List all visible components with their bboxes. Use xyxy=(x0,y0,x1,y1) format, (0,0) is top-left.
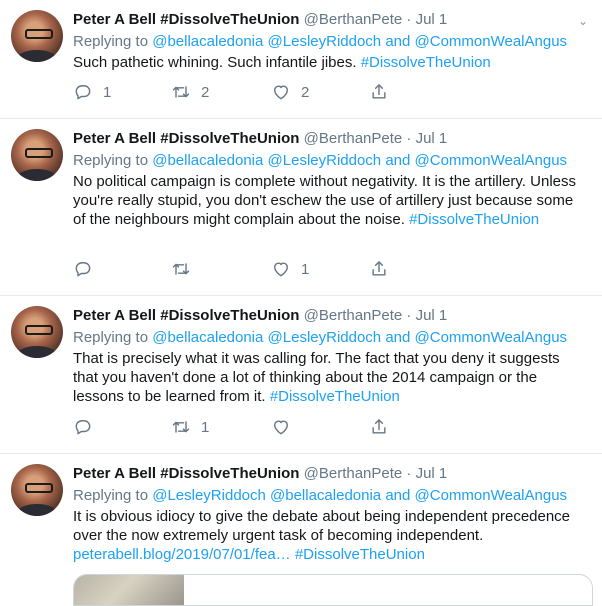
replying-to-and[interactable]: and xyxy=(385,329,410,346)
mention-link[interactable]: @bellacaledonia xyxy=(152,33,263,50)
tweet-actions: 1 xyxy=(73,258,493,280)
hashtag-link[interactable]: #DissolveTheUnion xyxy=(295,546,425,563)
separator-dot: · xyxy=(406,465,412,482)
tweet-header: Peter A Bell #DissolveTheUnion @BerthanP… xyxy=(73,129,447,149)
avatar[interactable] xyxy=(11,10,63,62)
mention-link[interactable]: @bellacaledonia xyxy=(152,152,263,169)
share-icon xyxy=(372,84,386,99)
retweet-icon xyxy=(172,263,190,275)
reply-button[interactable] xyxy=(73,416,103,438)
mention-link[interactable]: @LesleyRiddoch xyxy=(268,33,382,50)
replying-to-and[interactable]: and xyxy=(385,33,410,50)
url-link[interactable]: peterabell.blog/2019/07/01/fea… xyxy=(73,546,291,563)
reply-icon xyxy=(75,85,91,100)
tweet-actions: 1 2 2 xyxy=(73,81,493,103)
replying-to: Replying to @bellacaledonia @LesleyRiddo… xyxy=(73,151,567,170)
tweet-text: That is precisely what it was calling fo… xyxy=(73,349,588,406)
author-handle[interactable]: @BerthanPete xyxy=(304,11,403,28)
retweet-icon xyxy=(172,86,190,98)
author-name[interactable]: Peter A Bell #DissolveTheUnion xyxy=(73,11,299,28)
hashtag-link[interactable]: #DissolveTheUnion xyxy=(361,54,491,71)
tweet-text-content: It is obvious idiocy to give the debate … xyxy=(73,508,571,544)
author-name[interactable]: Peter A Bell #DissolveTheUnion xyxy=(73,465,299,482)
chevron-down-icon[interactable]: ⌄ xyxy=(572,10,594,32)
avatar[interactable] xyxy=(11,129,63,181)
share-icon xyxy=(372,261,386,276)
like-button[interactable]: 1 xyxy=(271,258,309,280)
tweet-text: It is obvious idiocy to give the debate … xyxy=(73,507,588,564)
mention-link[interactable]: @bellacaledonia xyxy=(270,487,381,504)
mention-link[interactable]: @LesleyRiddoch xyxy=(268,152,382,169)
tweet-header: Peter A Bell #DissolveTheUnion @BerthanP… xyxy=(73,306,447,326)
heart-icon xyxy=(274,262,288,277)
author-handle[interactable]: @BerthanPete xyxy=(304,307,403,324)
retweet-button[interactable]: 1 xyxy=(171,416,209,438)
heart-icon xyxy=(274,85,288,100)
share-icon xyxy=(372,419,386,434)
mention-link[interactable]: @CommonWealAngus xyxy=(415,33,568,50)
hashtag-link[interactable]: #DissolveTheUnion xyxy=(409,211,539,228)
share-button[interactable] xyxy=(369,416,389,438)
author-name[interactable]: Peter A Bell #DissolveTheUnion xyxy=(73,130,299,147)
tweet[interactable]: Peter A Bell #DissolveTheUnion @BerthanP… xyxy=(0,119,602,295)
tweet-actions: 1 xyxy=(73,416,493,438)
tweet-text-content: Such pathetic whining. Such infantile ji… xyxy=(73,54,357,71)
reply-button[interactable] xyxy=(73,258,103,280)
tweet-text: Such pathetic whining. Such infantile ji… xyxy=(73,53,588,72)
tweet-date[interactable]: Jul 1 xyxy=(416,465,448,482)
tweet-date[interactable]: Jul 1 xyxy=(416,130,448,147)
retweet-button[interactable]: 2 xyxy=(171,81,209,103)
mention-link[interactable]: @LesleyRiddoch xyxy=(152,487,266,504)
retweet-count: 2 xyxy=(201,83,210,101)
like-button[interactable]: 2 xyxy=(271,81,309,103)
replying-to-label: Replying to xyxy=(73,487,149,504)
like-count: 2 xyxy=(301,83,310,101)
reply-icon xyxy=(75,420,91,435)
tweet[interactable]: Peter A Bell #DissolveTheUnion @BerthanP… xyxy=(0,454,602,582)
tweet-date[interactable]: Jul 1 xyxy=(416,307,448,324)
tweet-header: Peter A Bell #DissolveTheUnion @BerthanP… xyxy=(73,10,447,30)
author-handle[interactable]: @BerthanPete xyxy=(304,130,403,147)
reply-button[interactable]: 1 xyxy=(73,81,111,103)
link-preview-thumbnail xyxy=(74,575,184,605)
replying-to: Replying to @LesleyRiddoch @bellacaledon… xyxy=(73,486,567,505)
avatar[interactable] xyxy=(11,306,63,358)
mention-link[interactable]: @LesleyRiddoch xyxy=(268,329,382,346)
reply-count: 1 xyxy=(103,83,112,101)
mention-link[interactable]: @CommonWealAngus xyxy=(415,487,568,504)
retweet-button[interactable] xyxy=(171,258,201,280)
mention-link[interactable]: @bellacaledonia xyxy=(152,329,263,346)
tweet-text: No political campaign is complete withou… xyxy=(73,172,588,229)
replying-to: Replying to @bellacaledonia @LesleyRiddo… xyxy=(73,328,567,347)
separator-dot: · xyxy=(406,130,412,147)
tweet-header: Peter A Bell #DissolveTheUnion @BerthanP… xyxy=(73,464,447,484)
retweet-icon xyxy=(172,421,190,433)
tweet-date[interactable]: Jul 1 xyxy=(416,11,448,28)
tweet[interactable]: Peter A Bell #DissolveTheUnion @BerthanP… xyxy=(0,296,602,453)
separator-dot: · xyxy=(406,307,412,324)
author-handle[interactable]: @BerthanPete xyxy=(304,465,403,482)
tweet[interactable]: Peter A Bell #DissolveTheUnion @BerthanP… xyxy=(0,0,602,118)
replying-to-label: Replying to xyxy=(73,329,149,346)
separator-dot: · xyxy=(406,11,412,28)
mention-link[interactable]: @CommonWealAngus xyxy=(415,329,568,346)
reply-icon xyxy=(75,262,91,277)
replying-to-label: Replying to xyxy=(73,152,149,169)
mention-link[interactable]: @CommonWealAngus xyxy=(415,152,568,169)
replying-to-and[interactable]: and xyxy=(385,152,410,169)
share-button[interactable] xyxy=(369,81,389,103)
like-count: 1 xyxy=(301,260,310,278)
replying-to-label: Replying to xyxy=(73,33,149,50)
avatar[interactable] xyxy=(11,464,63,516)
replying-to: Replying to @bellacaledonia @LesleyRiddo… xyxy=(73,32,567,51)
heart-icon xyxy=(274,420,288,435)
replying-to-and[interactable]: and xyxy=(385,487,410,504)
hashtag-link[interactable]: #DissolveTheUnion xyxy=(270,388,400,405)
link-preview-card[interactable] xyxy=(73,574,593,606)
share-button[interactable] xyxy=(369,258,389,280)
author-name[interactable]: Peter A Bell #DissolveTheUnion xyxy=(73,307,299,324)
like-button[interactable] xyxy=(271,416,301,438)
retweet-count: 1 xyxy=(201,418,210,436)
